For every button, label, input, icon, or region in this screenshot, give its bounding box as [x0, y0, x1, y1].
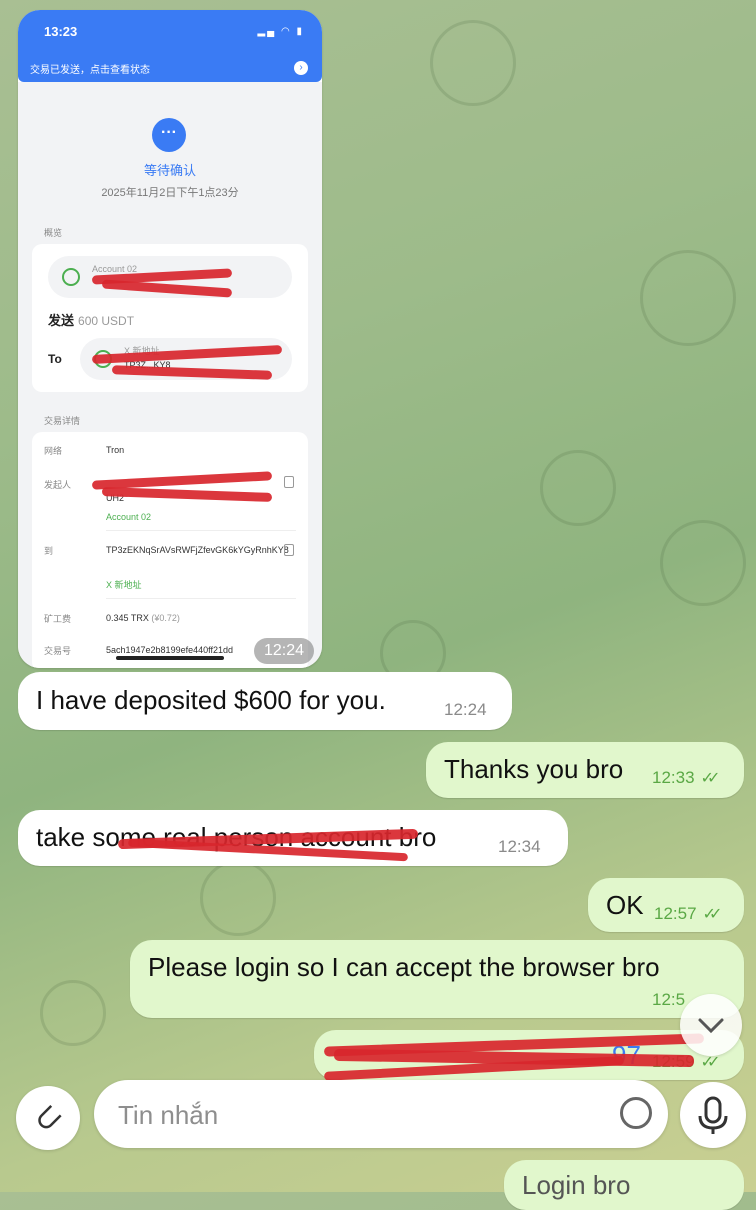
network-label: 网络 — [44, 446, 63, 456]
message-text: OK — [606, 890, 644, 920]
overview-label: 概览 — [44, 228, 63, 238]
message-time: 12:34 — [498, 837, 541, 856]
phone-time: 13:23 — [44, 24, 78, 39]
message-bubble-outgoing[interactable]: Thanks you bro 12:33 ✓✓ — [426, 742, 744, 798]
overview-card: Account 02 发送 600 USDT To X 新地址 TP3Z...KY… — [32, 244, 308, 392]
copy-icon — [284, 544, 294, 556]
divider — [106, 530, 296, 531]
microphone-icon — [698, 1096, 728, 1134]
details-label: 交易详情 — [44, 416, 81, 426]
fee-value: 0.345 TRX (¥0.72) — [106, 612, 286, 625]
message-time-value: 12:33 — [652, 768, 695, 787]
message-bubble-outgoing[interactable]: Login bro — [504, 1160, 744, 1210]
message-bubble-incoming[interactable]: I have deposited $600 for you. 12:24 — [18, 672, 512, 730]
message-time: 12:24 — [444, 700, 487, 719]
person-icon — [62, 268, 80, 286]
background-doodle — [40, 980, 106, 1046]
to-row-account: X 新地址 — [106, 580, 142, 590]
read-check-icon: ✓✓ — [702, 906, 723, 923]
hash-label: 交易号 — [44, 646, 72, 656]
initiator-label: 发起人 — [44, 480, 72, 490]
divider — [106, 598, 296, 599]
background-doodle — [660, 520, 746, 606]
phone-body: ··· 等待确认 2025年11月2日下午1点23分 概览 Account 02… — [18, 82, 322, 668]
home-indicator — [116, 656, 224, 660]
background-doodle — [430, 20, 516, 106]
initiator-account: Account 02 — [106, 512, 152, 522]
send-amount: 600 USDT — [78, 314, 135, 328]
message-text: Thanks you bro — [444, 754, 624, 784]
message-time: 12:57 ✓✓ — [654, 904, 723, 924]
scroll-down-button[interactable] — [680, 994, 742, 1056]
background-doodle — [200, 860, 276, 936]
sticker-icon[interactable] — [620, 1097, 652, 1129]
status-date: 2025年11月2日下午1点23分 — [101, 187, 239, 199]
network-value: Tron — [106, 445, 125, 455]
message-input-container — [94, 1080, 668, 1148]
message-bubble-outgoing[interactable]: OK 12:57 ✓✓ — [588, 878, 744, 932]
message-text: Please login so I can accept the browser… — [148, 952, 660, 982]
message-time: 12:24 — [254, 638, 315, 664]
to-row-label: 到 — [44, 546, 54, 556]
details-card: 网络 Tron 发起人 UH2 Account 02 到 TP3zEKNqSrA… — [32, 432, 308, 668]
from-account-label: Account 02 — [92, 264, 138, 274]
banner-text: 交易已发送，点击查看状态 — [30, 65, 150, 76]
message-text: Login bro — [522, 1170, 631, 1200]
background-doodle — [540, 450, 616, 526]
notification-banner: 交易已发送，点击查看状态 › — [18, 54, 322, 82]
read-check-icon: ✓✓ — [700, 1054, 721, 1071]
message-time-value: 12:57 — [654, 904, 697, 923]
fee-amount: 0.345 TRX — [106, 613, 149, 623]
message-bubble-incoming[interactable]: take some real person account bro 12:34 — [18, 810, 568, 866]
fee-fiat: (¥0.72) — [151, 613, 180, 623]
to-label: To — [48, 352, 62, 366]
chevron-right-icon: › — [294, 61, 308, 75]
send-row: 发送 600 USDT — [48, 310, 134, 329]
to-row-address: TP3zEKNqSrAVsRWFjZfevGK6kYGyRnhKY8 — [106, 545, 289, 555]
signal-wifi-battery-icon: ▂▄ ◠ ▮ — [257, 26, 304, 37]
pending-icon: ··· — [152, 118, 186, 152]
chevron-down-icon — [698, 1018, 724, 1034]
microphone-button[interactable] — [680, 1082, 746, 1148]
status-title: 等待确认 — [143, 163, 196, 178]
fee-label: 矿工费 — [44, 614, 72, 624]
message-bubble-outgoing[interactable]: Please login so I can accept the browser… — [130, 940, 744, 1018]
read-check-icon: ✓✓ — [700, 770, 721, 787]
phone-status-bar: 13:23 ▂▄ ◠ ▮ — [18, 10, 322, 54]
image-message[interactable]: 13:23 ▂▄ ◠ ▮ 交易已发送，点击查看状态 › ··· 等待确认 202… — [18, 10, 322, 668]
message-text: I have deposited $600 for you. — [36, 685, 386, 715]
message-time: 12:33 ✓✓ — [652, 768, 721, 788]
attach-button[interactable]: ⊂ — [16, 1086, 80, 1150]
copy-icon — [284, 476, 294, 488]
message-input[interactable] — [116, 1096, 590, 1134]
send-label: 发送 — [48, 313, 75, 328]
background-doodle — [640, 250, 736, 346]
paperclip-icon: ⊂ — [24, 1094, 72, 1142]
